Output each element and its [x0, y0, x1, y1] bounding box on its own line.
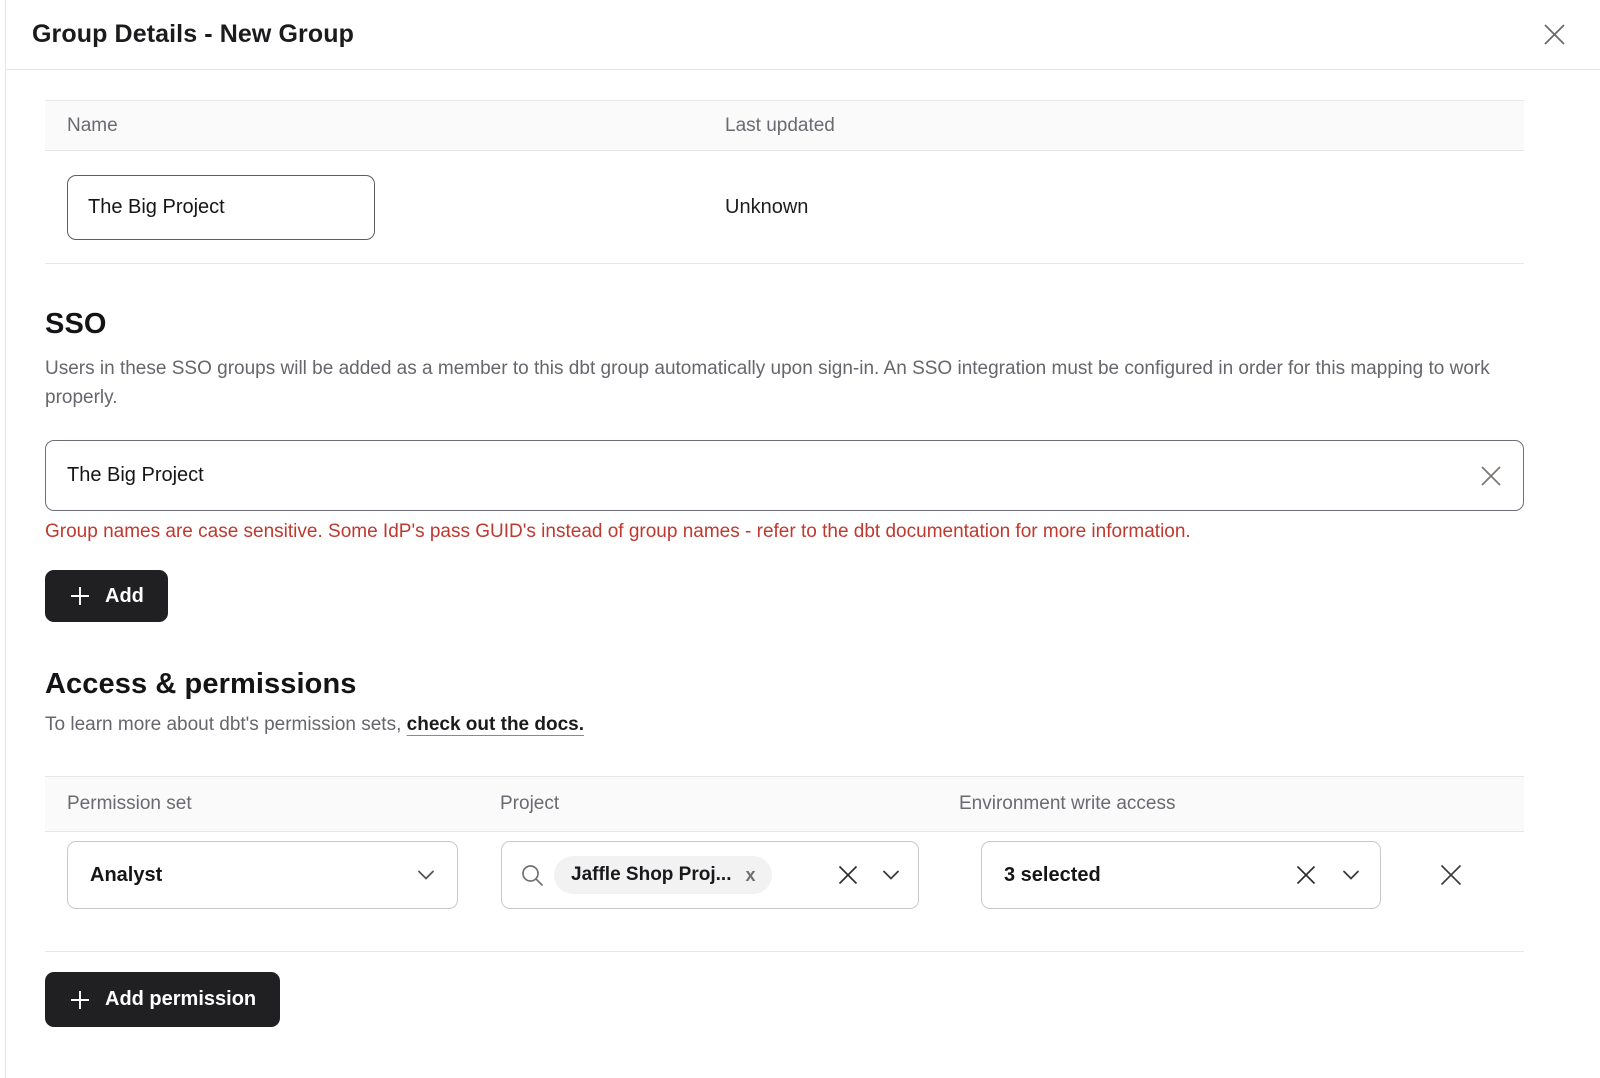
environment-clear-button[interactable] — [1294, 863, 1318, 887]
delete-icon — [1437, 861, 1465, 889]
add-button-label: Add — [105, 585, 144, 608]
add-sso-group-button[interactable]: Add — [45, 570, 168, 622]
project-tag: Jaffle Shop Proj... x — [554, 856, 772, 894]
table-row: Unknown — [45, 151, 1524, 264]
permissions-table-header: Permission set Project Environment write… — [45, 776, 1524, 832]
group-info-table: Name Last updated Unknown — [45, 100, 1524, 264]
tag-remove-icon[interactable]: x — [745, 866, 755, 884]
permission-set-select[interactable]: Analyst — [67, 841, 458, 909]
close-button[interactable] — [1541, 21, 1568, 48]
sso-description: Users in these SSO groups will be added … — [45, 354, 1524, 412]
page-title: Group Details - New Group — [32, 20, 354, 49]
group-name-input[interactable] — [67, 175, 375, 240]
sso-clear-button[interactable] — [1478, 463, 1504, 489]
search-icon — [520, 863, 545, 888]
environment-access-value: 3 selected — [1004, 864, 1101, 887]
permissions-table: Permission set Project Environment write… — [45, 776, 1524, 952]
column-header-name: Name — [45, 115, 703, 137]
column-header-last-updated: Last updated — [703, 115, 1524, 137]
add-permission-button-label: Add permission — [105, 988, 256, 1011]
clear-icon — [836, 863, 860, 887]
docs-link[interactable]: check out the docs. — [407, 714, 584, 735]
plus-icon — [69, 585, 91, 607]
access-permissions-heading: Access & permissions — [45, 668, 1524, 701]
chevron-down-icon[interactable] — [1342, 869, 1360, 881]
permission-row: Analyst Jaffle — [45, 832, 1524, 952]
environment-access-select[interactable]: 3 selected — [981, 841, 1381, 909]
last-updated-value: Unknown — [703, 196, 1524, 219]
project-tag-label: Jaffle Shop Proj... — [571, 864, 731, 886]
project-multiselect[interactable]: Jaffle Shop Proj... x — [501, 841, 919, 909]
permissions-description: To learn more about dbt's permission set… — [45, 714, 1524, 736]
sso-group-input[interactable] — [45, 440, 1524, 511]
sso-heading: SSO — [45, 308, 1524, 341]
access-permissions-section: Access & permissions To learn more about… — [45, 668, 1524, 1027]
modal-header: Group Details - New Group — [6, 0, 1600, 70]
clear-icon — [1294, 863, 1318, 887]
group-table-header: Name Last updated — [45, 100, 1524, 151]
clear-icon — [1478, 463, 1504, 489]
permission-set-value: Analyst — [90, 864, 162, 887]
sso-group-field — [45, 440, 1524, 511]
column-header-permission-set: Permission set — [45, 793, 478, 815]
project-clear-button[interactable] — [836, 863, 860, 887]
column-header-environment-write-access: Environment write access — [937, 793, 1524, 815]
sso-section: SSO Users in these SSO groups will be ad… — [45, 308, 1524, 622]
permissions-description-text: To learn more about dbt's permission set… — [45, 714, 407, 735]
chevron-down-icon[interactable] — [882, 869, 900, 881]
chevron-down-icon — [417, 869, 435, 881]
close-icon — [1541, 21, 1568, 48]
add-permission-button[interactable]: Add permission — [45, 972, 280, 1027]
delete-permission-row-button[interactable] — [1437, 861, 1465, 889]
group-details-modal: Group Details - New Group Name Last upda… — [5, 0, 1600, 1078]
plus-icon — [69, 989, 91, 1011]
sso-warning-text: Group names are case sensitive. Some IdP… — [45, 521, 1524, 543]
column-header-project: Project — [478, 793, 937, 815]
